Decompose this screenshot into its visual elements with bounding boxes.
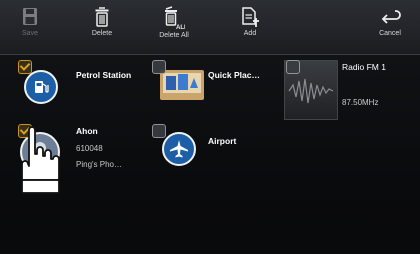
delete-all-label: Delete All — [159, 32, 189, 39]
airport-checkbox[interactable] — [152, 124, 166, 138]
airplane-icon — [162, 132, 196, 166]
cancel-label: Cancel — [379, 30, 401, 37]
petrol-station-title: Petrol Station — [76, 70, 132, 80]
favorite-airport[interactable]: Airport — [140, 120, 280, 194]
touch-hand-icon — [18, 124, 62, 194]
trash-icon — [95, 7, 109, 27]
add-label: Add — [243, 30, 257, 37]
petrol-station-checkbox[interactable] — [18, 60, 32, 74]
svg-text:ALL: ALL — [176, 25, 185, 30]
favorites-grid: Petrol Station Quick Plac… Radio FM 1 87… — [0, 54, 420, 254]
trash-all-icon: ALL — [165, 6, 185, 30]
airport-title: Airport — [208, 136, 237, 146]
favorite-petrol-station[interactable]: Petrol Station — [0, 54, 140, 114]
save-icon — [23, 8, 37, 25]
contact-name: Ahon — [76, 126, 98, 136]
delete-button[interactable]: Delete — [72, 4, 132, 52]
radio-fm1-title: Radio FM 1 — [342, 62, 386, 72]
petrol-station-icon — [24, 70, 58, 104]
contact-phone-label: Ping's Pho… — [76, 160, 122, 169]
delete-label: Delete — [91, 30, 113, 37]
quick-place-title: Quick Plac… — [208, 70, 260, 80]
delete-all-button[interactable]: ALL Delete All — [144, 4, 204, 52]
quick-place-checkbox[interactable] — [152, 60, 166, 74]
cancel-button[interactable]: Cancel — [360, 4, 420, 52]
save-label: Save — [22, 30, 38, 37]
favorite-radio-fm1[interactable]: Radio FM 1 87.50MHz — [280, 54, 420, 120]
edit-toolbar: Save Delete ALL Delete — [0, 0, 420, 55]
map-thumbnail-icon — [160, 68, 204, 102]
return-arrow-icon — [381, 10, 401, 24]
add-document-icon — [242, 7, 259, 27]
favorites-edit-screen: Save Delete ALL Delete — [0, 0, 420, 254]
add-button[interactable]: Add — [220, 4, 280, 52]
contact-number: 610048 — [76, 144, 103, 153]
radio-frequency: 87.50MHz — [342, 98, 379, 107]
save-button[interactable]: Save — [0, 4, 60, 52]
radio-fm1-checkbox[interactable] — [286, 60, 300, 74]
favorite-quick-place[interactable]: Quick Plac… — [140, 54, 280, 114]
